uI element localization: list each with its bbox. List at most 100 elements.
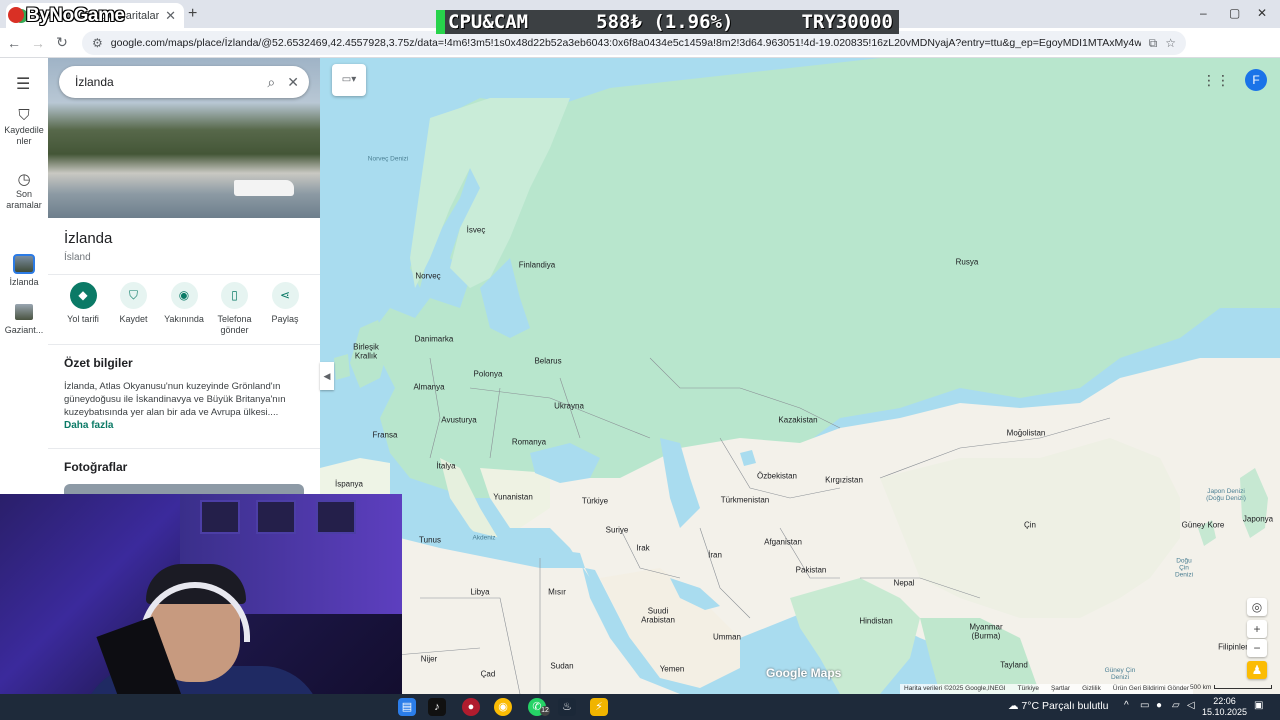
directions-button[interactable]: ◆ Yol tarifi (58, 282, 108, 336)
zoom-in-button[interactable]: + (1247, 620, 1267, 638)
map-label-country: Moğolistan (1006, 428, 1046, 438)
map-label-country: Myanmar (969, 622, 1003, 632)
forward-icon[interactable]: → (26, 35, 50, 51)
map-label-sea: Akdeniz (472, 534, 496, 542)
map-base (320, 58, 1280, 694)
clear-search-icon[interactable]: ✕ (287, 74, 299, 91)
map-label-country: Danimarka (414, 334, 454, 344)
map-label-country: Tunus (419, 535, 441, 545)
nearby-button[interactable]: ◉ Yakınında (159, 282, 209, 336)
bookmark-star-icon[interactable]: ☆ (1165, 36, 1176, 50)
cam-frame (200, 500, 240, 534)
map-label-country: Suudi (647, 606, 669, 616)
stream-ticker: CPU&CAM 588₺ (1.96%) TRY30000 (436, 10, 899, 34)
map-label-country: Sudan (550, 661, 574, 671)
more-link[interactable]: Daha fazla (64, 420, 113, 431)
map-label-country: Norveç (415, 271, 441, 281)
taskbar-app-icon[interactable]: ● (462, 698, 480, 716)
brand-text: ByNoGame (26, 5, 125, 26)
back-icon[interactable]: ← (2, 35, 26, 51)
map-label-sea: Japon Denizi (Doğu Denizi) (1206, 488, 1246, 502)
zoom-out-button[interactable]: − (1247, 639, 1267, 657)
privacy-link[interactable]: Gizlilik (1082, 685, 1101, 693)
map-label-sea: Doğu Çin Denizi (1174, 557, 1194, 579)
my-location-button[interactable]: ◎ (1247, 598, 1267, 616)
directions-icon: ◆ (69, 282, 97, 309)
install-app-icon[interactable]: ⧉ (1149, 36, 1158, 51)
rail-recent-label-1: Son (15, 189, 32, 199)
collapse-panel-button[interactable]: ◀ (320, 362, 334, 390)
photos-heading: Fotoğraflar (64, 460, 128, 474)
map-label-country: Kırgızistan (825, 475, 863, 485)
attribution-data[interactable]: Harita verileri ©2025 Google,INEGI (904, 685, 1006, 693)
rail-saved-label-1: Kaydedile (4, 125, 44, 135)
divider (48, 448, 320, 449)
send-to-phone-button[interactable]: ▯ Telefona gönder (210, 282, 260, 336)
save-label: Kaydet (119, 314, 148, 324)
map-label-country: Ukrayna (554, 401, 584, 411)
rail-saved[interactable]: ⛉ Kaydedile nler (0, 107, 48, 147)
taskbar-weather[interactable]: ☁ 7°C Parçalı bulutlu (1008, 700, 1109, 712)
map-canvas[interactable]: Norveç Denizi Akdeniz Japon Denizi (Doğu… (320, 58, 1280, 694)
taskbar-clock[interactable]: 22:06 15.10.2025 (1202, 696, 1247, 718)
send-to-phone-label-2: gönder (220, 325, 249, 335)
hamburger-menu-icon[interactable]: ☰ (16, 74, 30, 94)
place-title: İzlanda (64, 230, 113, 247)
map-label-country: Arabistan (641, 615, 675, 625)
site-info-icon[interactable]: ⚙ (92, 36, 103, 50)
nearby-label: Yakınında (164, 314, 204, 324)
map-label-country: Irak (636, 543, 650, 553)
attribution-country[interactable]: Türkiye (1018, 685, 1039, 693)
tray-display-icon[interactable]: ▭ (1140, 700, 1149, 711)
map-label-country: Pakistan (795, 565, 827, 575)
reload-icon[interactable]: ↻ (50, 34, 74, 51)
taskbar-app-icon[interactable]: ⚡ (590, 698, 608, 716)
iceland-thumbnail (13, 254, 35, 274)
weather-text: 7°C Parçalı bulutlu (1021, 700, 1109, 712)
taskbar-steam-icon[interactable]: ♨ (558, 698, 576, 716)
minimize-button[interactable]: – (1200, 6, 1207, 20)
address-bar[interactable]: ⚙ google.com/maps/place/İzlanda/@52.6532… (82, 31, 1186, 55)
taskbar-tiktok-icon[interactable]: ♪ (428, 698, 446, 716)
search-input[interactable] (75, 75, 256, 89)
photo-preview[interactable] (64, 484, 304, 494)
windows-taskbar: ▤ ♪ ● ◉ ✆ 12 ♨ ⚡ ☁ 7°C Parçalı bulutlu ^… (0, 694, 1280, 720)
pegman-icon[interactable]: ♟ (1247, 661, 1267, 679)
taskbar-store-icon[interactable]: ▤ (398, 698, 416, 716)
rail-saved-label-2: nler (16, 136, 32, 146)
map-scale[interactable]: 500 km (1190, 684, 1273, 691)
notifications-icon[interactable]: ▣ (1254, 700, 1263, 711)
brand-logo-icon (8, 7, 24, 23)
tray-network-icon[interactable]: ▱ (1172, 700, 1180, 711)
account-avatar[interactable]: F (1245, 69, 1267, 91)
google-apps-icon[interactable]: ⋮⋮ (1202, 72, 1230, 89)
search-icon[interactable]: ⌕ (267, 74, 275, 91)
rail-item-iceland[interactable]: İzlanda (0, 254, 48, 288)
terms-link[interactable]: Şartlar (1051, 685, 1070, 693)
bookmark-icon: ⛉ (18, 107, 30, 124)
maps-left-rail: ☰ ⛉ Kaydedile nler ◷ Son aramalar İzland… (0, 58, 48, 494)
map-label-sea: Norveç Denizi (367, 155, 409, 163)
tray-mic-icon[interactable]: ● (1156, 700, 1162, 711)
rail-item-gaziantep[interactable]: Gaziant... (0, 302, 48, 336)
close-window-button[interactable]: ✕ (1257, 6, 1267, 20)
tray-volume-icon[interactable]: ◁ (1187, 700, 1195, 711)
clock-date: 15.10.2025 (1202, 707, 1248, 717)
tray-chevron-icon[interactable]: ^ (1124, 700, 1129, 711)
map-label-country: Belarus (534, 356, 562, 366)
stream-brand-overlay: ByNoGame (8, 5, 125, 27)
feedback-link[interactable]: Ürün Geri Bildirimi Gönder (1113, 685, 1189, 693)
new-tab-button[interactable]: + (188, 5, 197, 23)
share-button[interactable]: ⋖ Paylaş (260, 282, 310, 336)
map-label-country: Türkiye (581, 496, 609, 506)
tab-close-icon[interactable]: ✕ (165, 8, 176, 24)
map-layers-button[interactable]: ▭▾ (332, 64, 366, 96)
maximize-button[interactable]: ▢ (1229, 6, 1240, 20)
taskbar-chrome-icon[interactable]: ◉ (494, 698, 512, 716)
rail-recent[interactable]: ◷ Son aramalar (0, 172, 48, 211)
rail-item-label: Gaziant... (4, 325, 44, 335)
save-button[interactable]: ⛉ Kaydet (109, 282, 159, 336)
address-url[interactable]: google.com/maps/place/İzlanda/@52.653246… (111, 37, 1141, 49)
bookmark-icon: ⛉ (120, 282, 147, 309)
nearby-icon: ◉ (170, 282, 198, 309)
